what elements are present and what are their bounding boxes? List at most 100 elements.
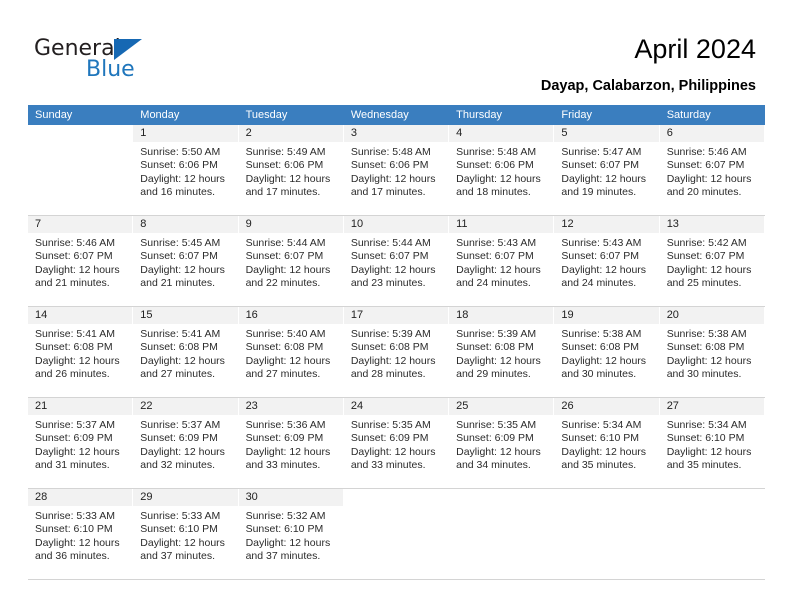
day-sun-info: Sunrise: 5:48 AM Sunset: 6:06 PM Daylight:… [344,142,448,200]
day-number [344,489,449,506]
day-sun-info: Sunrise: 5:32 AM Sunset: 6:10 PM Daylight:… [239,506,343,564]
day-cell-inner [660,489,765,579]
day-number [660,489,765,506]
calendar-day-cell[interactable]: 26 Sunrise: 5:34 AM Sunset: 6:10 PM Dayligh… [554,397,660,489]
sunset-text: Sunset: 6:08 PM [35,341,113,354]
calendar-day-cell[interactable]: 21 Sunrise: 5:37 AM Sunset: 6:09 PM Dayligh… [28,397,134,489]
calendar-week-row: 1 Sunrise: 5:50 AM Sunset: 6:06 PM Daylight… [28,125,765,216]
sunrise-text: Sunrise: 5:34 AM [561,419,642,431]
calendar-day-cell[interactable]: 2 Sunrise: 5:49 AM Sunset: 6:06 PM Daylight… [238,125,344,216]
sunset-text: Sunset: 6:07 PM [456,250,534,263]
day-number: 18 [449,307,554,324]
calendar-day-cell[interactable]: 18 Sunrise: 5:39 AM Sunset: 6:08 PM Dayligh… [449,306,555,398]
day-cell-inner: 20 Sunrise: 5:38 AM Sunset: 6:08 PM Dayligh… [659,307,765,397]
daylight-text: and 33 minutes. [350,459,426,472]
general-blue-logo[interactable]: General Blue [34,36,214,88]
calendar-day-cell[interactable]: 14 Sunrise: 5:41 AM Sunset: 6:08 PM Dayligh… [28,306,134,398]
sunset-text: Sunset: 6:07 PM [140,250,218,263]
sunset-text: Sunset: 6:10 PM [666,432,745,445]
daylight-text: Daylight: 12 hours [140,354,225,367]
day-number: 2 [238,125,343,142]
calendar-day-cell[interactable]: 19 Sunrise: 5:38 AM Sunset: 6:08 PM Dayligh… [554,306,660,398]
daylight-text: and 30 minutes. [561,368,637,381]
sunset-text: Sunset: 6:07 PM [561,159,640,172]
calendar-day-cell[interactable]: 24 Sunrise: 5:35 AM Sunset: 6:09 PM Dayligh… [343,397,450,489]
day-number [28,125,133,142]
calendar-day-cell[interactable]: 17 Sunrise: 5:39 AM Sunset: 6:08 PM Dayligh… [343,306,450,398]
day-number: 17 [343,307,449,324]
calendar-day-cell[interactable]: 20 Sunrise: 5:38 AM Sunset: 6:08 PM Dayligh… [659,306,765,398]
calendar-day-cell[interactable]: 11 Sunrise: 5:43 AM Sunset: 6:07 PM Dayligh… [449,215,555,307]
sunset-text: Sunset: 6:07 PM [35,250,113,263]
daylight-text: Daylight: 12 hours [456,263,541,276]
day-sun-info: Sunrise: 5:46 AM Sunset: 6:07 PM Daylight:… [28,233,132,291]
calendar-day-cell[interactable]: 5 Sunrise: 5:47 AM Sunset: 6:07 PM Daylight… [554,125,660,216]
daylight-text: Daylight: 12 hours [35,354,120,367]
calendar-header-row: Sunday Monday Tuesday Wednesday Thursday Frid… [28,105,765,125]
day-sun-info: Sunrise: 5:42 AM Sunset: 6:07 PM Daylight:… [660,233,764,291]
day-cell-inner: 15 Sunrise: 5:41 AM Sunset: 6:08 PM Dayligh… [133,307,239,397]
calendar-day-cell[interactable]: 16 Sunrise: 5:40 AM Sunset: 6:08 PM Dayligh… [238,306,344,398]
calendar-day-cell[interactable]: 7 Sunrise: 5:46 AM Sunset: 6:07 PM Daylight… [28,215,134,307]
daylight-text: Daylight: 12 hours [666,172,752,185]
calendar-day-cell[interactable]: 8 Sunrise: 5:45 AM Sunset: 6:07 PM Daylight… [133,215,239,307]
sunset-text: Sunset: 6:08 PM [666,341,745,354]
day-number: 16 [238,307,343,324]
sunrise-text: Sunrise: 5:41 AM [140,328,221,340]
calendar-day-cell[interactable]: 25 Sunrise: 5:35 AM Sunset: 6:09 PM Dayligh… [449,397,555,489]
day-cell-inner: 7 Sunrise: 5:46 AM Sunset: 6:07 PM Daylight… [28,216,134,306]
day-sun-info: Sunrise: 5:41 AM Sunset: 6:08 PM Daylight:… [28,324,132,382]
calendar-day-cell[interactable]: 1 Sunrise: 5:50 AM Sunset: 6:06 PM Daylight… [133,125,239,216]
calendar-cell-empty [28,125,134,216]
sunrise-text: Sunrise: 5:50 AM [140,146,221,158]
sunrise-text: Sunrise: 5:38 AM [561,328,642,340]
calendar-day-cell[interactable]: 27 Sunrise: 5:34 AM Sunset: 6:10 PM Dayligh… [659,397,765,489]
sunset-text: Sunset: 6:06 PM [456,159,534,172]
day-number: 7 [28,216,133,233]
day-cell-inner: 13 Sunrise: 5:42 AM Sunset: 6:07 PM Dayligh… [659,216,765,306]
daylight-text: Daylight: 12 hours [140,445,225,458]
day-sun-info: Sunrise: 5:44 AM Sunset: 6:07 PM Daylight:… [239,233,343,291]
calendar-day-cell[interactable]: 4 Sunrise: 5:48 AM Sunset: 6:06 PM Daylight… [449,125,555,216]
sunrise-text: Sunrise: 5:47 AM [561,146,642,158]
day-number: 12 [554,216,659,233]
sunrise-text: Sunrise: 5:35 AM [350,419,431,431]
calendar-day-cell[interactable]: 15 Sunrise: 5:41 AM Sunset: 6:08 PM Dayligh… [133,306,239,398]
daylight-text: and 35 minutes. [666,459,742,472]
calendar-day-cell[interactable]: 23 Sunrise: 5:36 AM Sunset: 6:09 PM Dayligh… [238,397,344,489]
sunset-text: Sunset: 6:08 PM [140,341,218,354]
calendar-day-cell[interactable]: 13 Sunrise: 5:42 AM Sunset: 6:07 PM Dayligh… [659,215,765,307]
calendar-body: 1 Sunrise: 5:50 AM Sunset: 6:06 PM Daylight… [28,125,765,580]
day-cell-inner [28,125,133,215]
sunrise-text: Sunrise: 5:44 AM [245,237,326,249]
sunrise-text: Sunrise: 5:35 AM [456,419,537,431]
day-sun-info: Sunrise: 5:50 AM Sunset: 6:06 PM Daylight:… [133,142,237,200]
calendar-day-cell[interactable]: 30 Sunrise: 5:32 AM Sunset: 6:10 PM Dayligh… [238,488,344,580]
daylight-text: Daylight: 12 hours [666,263,752,276]
daylight-text: and 25 minutes. [666,277,742,290]
sunset-text: Sunset: 6:10 PM [245,523,324,536]
daylight-text: and 23 minutes. [350,277,426,290]
calendar-day-cell[interactable]: 28 Sunrise: 5:33 AM Sunset: 6:10 PM Dayligh… [28,488,134,580]
sunset-text: Sunset: 6:09 PM [140,432,218,445]
day-number: 13 [659,216,764,233]
day-number: 5 [554,125,659,142]
day-number: 26 [554,398,659,415]
calendar-day-cell[interactable]: 29 Sunrise: 5:33 AM Sunset: 6:10 PM Dayligh… [133,488,239,580]
calendar-day-cell[interactable]: 3 Sunrise: 5:48 AM Sunset: 6:06 PM Daylight… [343,125,450,216]
daylight-text: Daylight: 12 hours [666,445,752,458]
sunset-text: Sunset: 6:07 PM [350,250,429,263]
day-number [449,489,554,506]
calendar-day-cell[interactable]: 22 Sunrise: 5:37 AM Sunset: 6:09 PM Dayligh… [133,397,239,489]
daylight-text: Daylight: 12 hours [245,263,331,276]
page-header: General Blue April 2024 Dayap, Calabarzo… [0,0,792,100]
day-number: 27 [659,398,764,415]
day-number: 9 [238,216,343,233]
calendar-day-cell[interactable]: 12 Sunrise: 5:43 AM Sunset: 6:07 PM Dayligh… [554,215,660,307]
day-sun-info: Sunrise: 5:36 AM Sunset: 6:09 PM Daylight:… [239,415,343,473]
sunrise-text: Sunrise: 5:33 AM [140,510,221,522]
day-number: 15 [133,307,238,324]
calendar-day-cell[interactable]: 10 Sunrise: 5:44 AM Sunset: 6:07 PM Dayligh… [343,215,450,307]
calendar-day-cell[interactable]: 6 Sunrise: 5:46 AM Sunset: 6:07 PM Daylight… [659,125,765,216]
calendar-day-cell[interactable]: 9 Sunrise: 5:44 AM Sunset: 6:07 PM Daylight… [238,215,344,307]
